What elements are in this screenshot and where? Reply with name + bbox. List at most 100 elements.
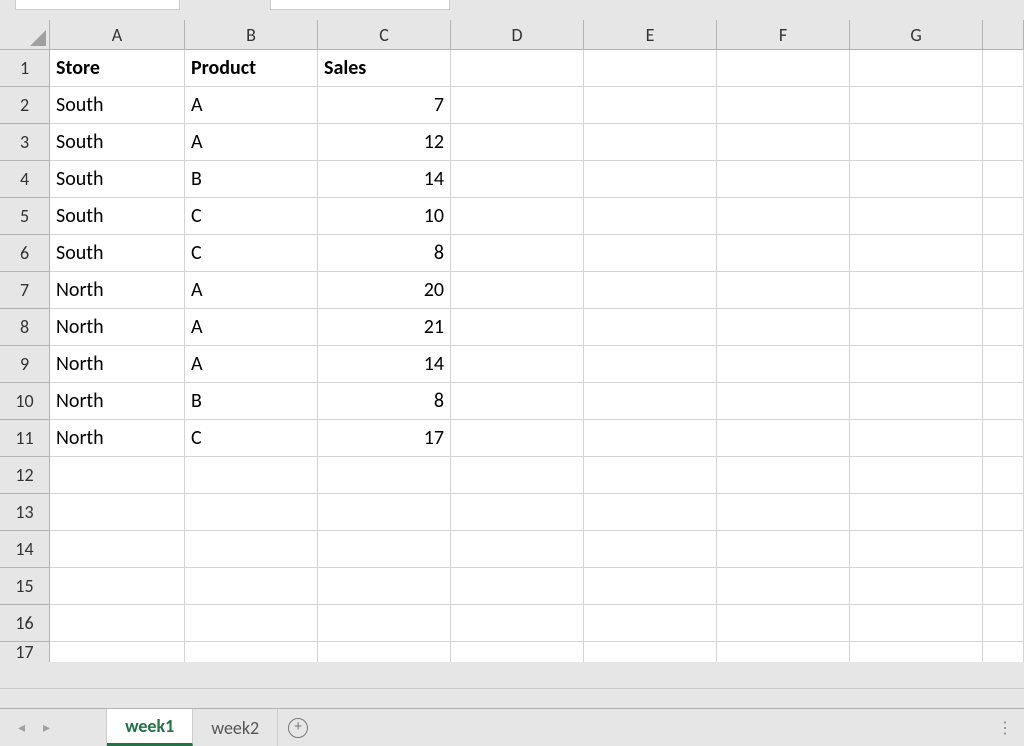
cell-g9[interactable] [850,346,983,383]
cell-f5[interactable] [717,198,850,235]
column-header-g[interactable]: G [850,20,983,50]
horizontal-scrollbar[interactable] [0,688,1024,708]
cell-a1[interactable]: Store [50,50,185,87]
cell-a16[interactable] [50,605,185,642]
cell-b2[interactable]: A [185,87,318,124]
row-header-8[interactable]: 8 [0,309,50,346]
cell-f8[interactable] [717,309,850,346]
row-header-4[interactable]: 4 [0,161,50,198]
cell-d11[interactable] [451,420,584,457]
cell-b13[interactable] [185,494,318,531]
cell-f6[interactable] [717,235,850,272]
cell-a6[interactable]: South [50,235,185,272]
cell-g14[interactable] [850,531,983,568]
row-header-5[interactable]: 5 [0,198,50,235]
cell-d4[interactable] [451,161,584,198]
row-header-6[interactable]: 6 [0,235,50,272]
cell-b1[interactable]: Product [185,50,318,87]
cell-b5[interactable]: C [185,198,318,235]
cell-h16[interactable] [983,605,1024,642]
cell-f13[interactable] [717,494,850,531]
name-box[interactable] [15,0,180,10]
row-header-7[interactable]: 7 [0,272,50,309]
cell-a12[interactable] [50,457,185,494]
cell-h1[interactable] [983,50,1024,87]
select-all-corner[interactable] [0,20,50,50]
cell-g6[interactable] [850,235,983,272]
cell-h13[interactable] [983,494,1024,531]
cell-a2[interactable]: South [50,87,185,124]
cell-b17[interactable] [185,642,318,662]
cell-c11[interactable]: 17 [318,420,451,457]
cell-f17[interactable] [717,642,850,662]
cell-d17[interactable] [451,642,584,662]
cell-h3[interactable] [983,124,1024,161]
cell-h14[interactable] [983,531,1024,568]
cell-d6[interactable] [451,235,584,272]
cell-c2[interactable]: 7 [318,87,451,124]
cell-e16[interactable] [584,605,717,642]
cell-f10[interactable] [717,383,850,420]
cell-h4[interactable] [983,161,1024,198]
cell-a11[interactable]: North [50,420,185,457]
cell-c13[interactable] [318,494,451,531]
cell-e3[interactable] [584,124,717,161]
cell-a13[interactable] [50,494,185,531]
cell-g15[interactable] [850,568,983,605]
sheet-nav-prev-icon[interactable]: ◂ [18,719,25,736]
cell-c7[interactable]: 20 [318,272,451,309]
cell-h7[interactable] [983,272,1024,309]
cell-c10[interactable]: 8 [318,383,451,420]
column-header-c[interactable]: C [318,20,451,50]
cell-d16[interactable] [451,605,584,642]
cell-f4[interactable] [717,161,850,198]
cell-e7[interactable] [584,272,717,309]
cell-a14[interactable] [50,531,185,568]
cell-f9[interactable] [717,346,850,383]
cell-h10[interactable] [983,383,1024,420]
scroll-track[interactable] [20,689,1004,708]
cell-d15[interactable] [451,568,584,605]
cell-g11[interactable] [850,420,983,457]
cell-g12[interactable] [850,457,983,494]
cell-d1[interactable] [451,50,584,87]
cell-f2[interactable] [717,87,850,124]
cell-e5[interactable] [584,198,717,235]
cell-e14[interactable] [584,531,717,568]
cell-d12[interactable] [451,457,584,494]
column-header-a[interactable]: A [50,20,185,50]
cell-e9[interactable] [584,346,717,383]
row-header-17[interactable]: 17 [0,642,50,662]
cell-c6[interactable]: 8 [318,235,451,272]
cell-a3[interactable]: South [50,124,185,161]
cell-f16[interactable] [717,605,850,642]
row-header-1[interactable]: 1 [0,50,50,87]
cell-h12[interactable] [983,457,1024,494]
cell-a7[interactable]: North [50,272,185,309]
cell-h15[interactable] [983,568,1024,605]
column-header-e[interactable]: E [584,20,717,50]
cell-e15[interactable] [584,568,717,605]
cell-e11[interactable] [584,420,717,457]
cell-b10[interactable]: B [185,383,318,420]
row-header-15[interactable]: 15 [0,568,50,605]
cell-d7[interactable] [451,272,584,309]
cell-e1[interactable] [584,50,717,87]
cell-g4[interactable] [850,161,983,198]
cell-b6[interactable]: C [185,235,318,272]
cell-f7[interactable] [717,272,850,309]
cell-d13[interactable] [451,494,584,531]
cell-b15[interactable] [185,568,318,605]
cell-a17[interactable] [50,642,185,662]
cell-f12[interactable] [717,457,850,494]
cell-a4[interactable]: South [50,161,185,198]
cell-a10[interactable]: North [50,383,185,420]
row-header-12[interactable]: 12 [0,457,50,494]
cell-g17[interactable] [850,642,983,662]
row-header-3[interactable]: 3 [0,124,50,161]
cell-c8[interactable]: 21 [318,309,451,346]
row-header-13[interactable]: 13 [0,494,50,531]
cell-g16[interactable] [850,605,983,642]
sheet-tab-week1[interactable]: week1 [107,709,193,746]
cell-e2[interactable] [584,87,717,124]
